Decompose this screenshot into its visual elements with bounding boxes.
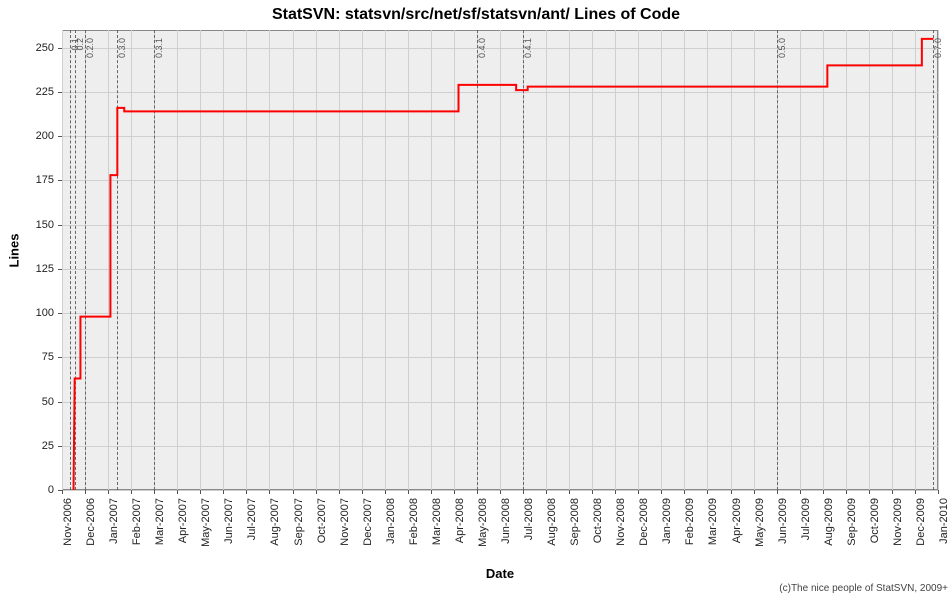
data-line xyxy=(0,0,952,596)
